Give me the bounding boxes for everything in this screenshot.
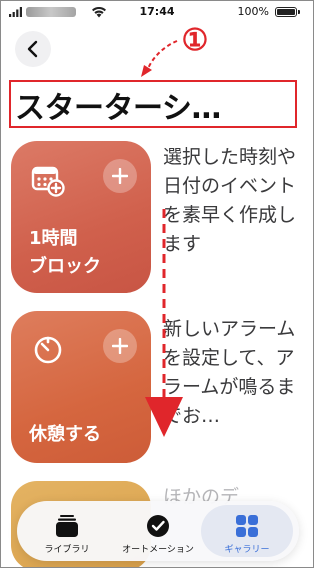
gallery-grid-icon [236,515,258,537]
battery-icon [275,7,300,17]
status-bar: 17:44 100% [1,1,313,23]
shortcut-card-label: 1時間 ブロック [29,225,101,281]
chevron-left-icon [27,40,38,58]
plus-icon [112,168,128,184]
shortcut-card-label: 休憩する [29,424,101,445]
tab-bar: ライブラリ オートメーション ギャラリー [17,501,299,561]
tab-label: オートメーション [122,545,194,555]
automation-clock-icon [147,515,169,537]
screenshot-frame: 17:44 100% ① スターターシ… 1時間 ブロック 選択した時刻や日付の… [0,0,314,568]
add-shortcut-button[interactable] [103,329,137,363]
battery-percentage: 100% [237,5,269,18]
tab-label: ギャラリー [224,545,270,555]
tab-gallery[interactable]: ギャラリー [201,505,293,557]
shortcut-card-take-a-break[interactable]: 休憩する [11,311,151,463]
tab-automation[interactable]: オートメーション [112,505,204,557]
annotation-arrow-icon [141,40,178,77]
calendar-add-icon [31,166,65,197]
timer-icon [34,336,62,364]
add-shortcut-button[interactable] [103,159,137,193]
shortcut-card-label-line1: 1時間 [29,228,78,249]
shortcut-card-label-line2: ブロック [29,256,101,277]
scroll-down-arrow-icon [145,209,183,437]
shortcut-card-1-hour-block[interactable]: 1時間 ブロック [11,141,151,293]
tab-library[interactable]: ライブラリ [21,505,113,557]
back-button[interactable] [15,31,51,67]
annotation-highlight-box [9,80,297,128]
library-stack-icon [56,515,78,537]
tab-label: ライブラリ [44,545,90,555]
plus-icon [112,338,128,354]
